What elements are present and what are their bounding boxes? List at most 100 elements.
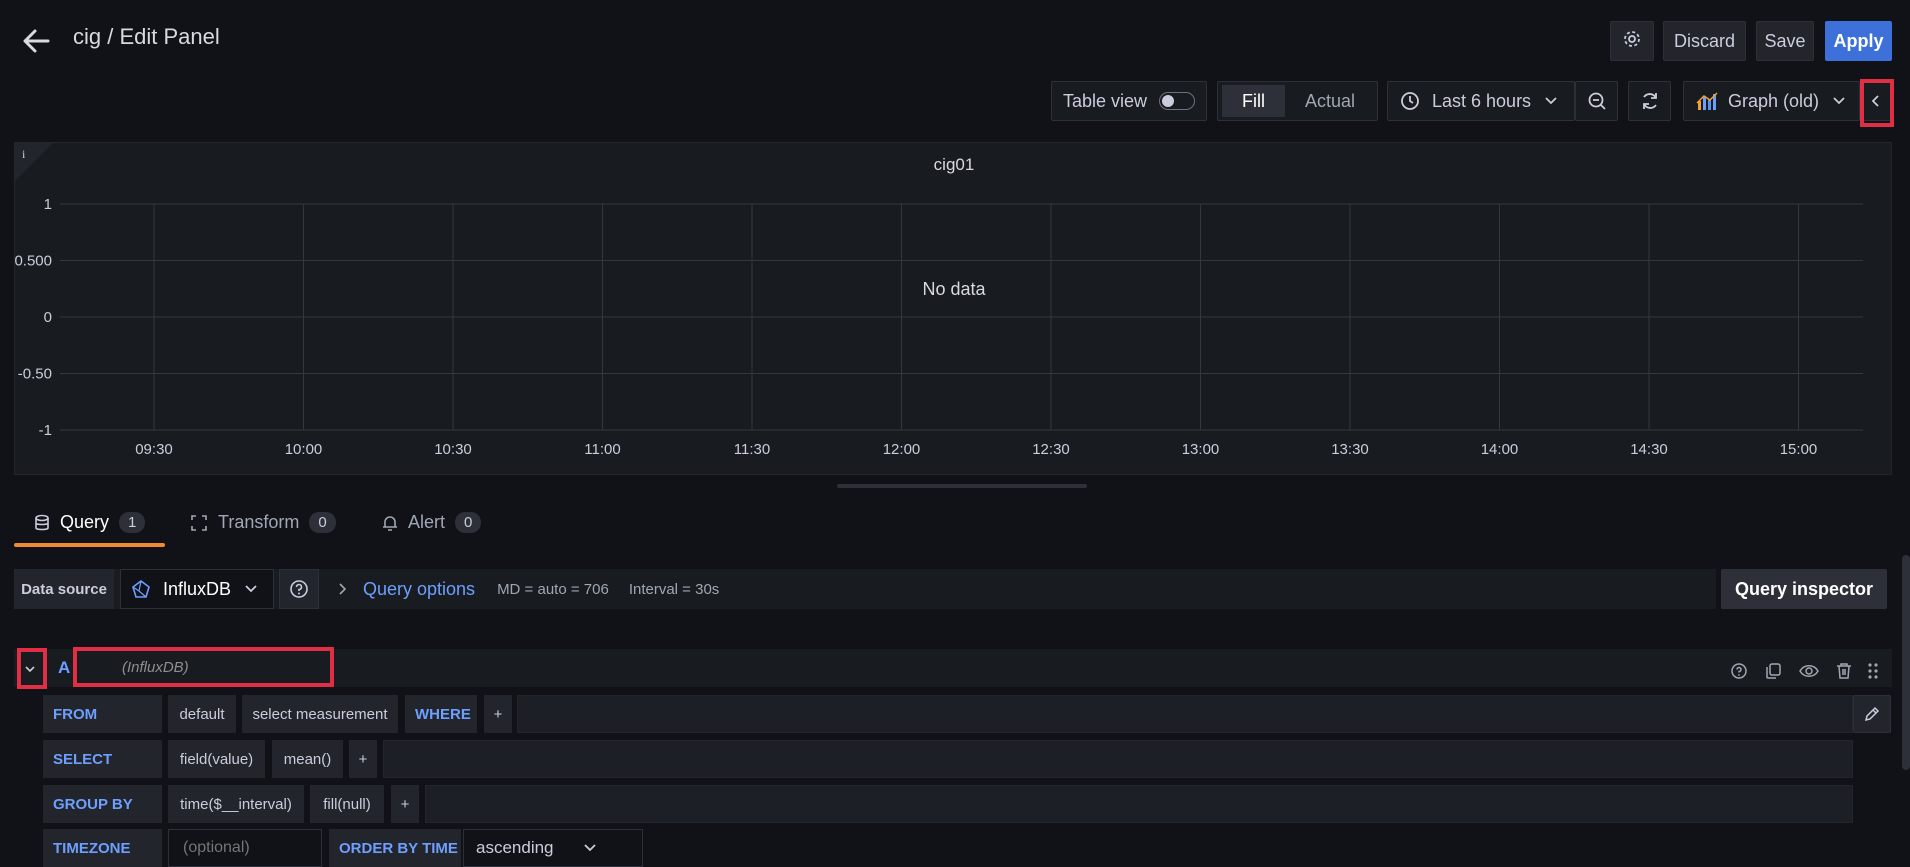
datasource-value: InfluxDB (163, 578, 232, 599)
tab-query-label: Query (60, 512, 110, 532)
time-range-label: Last 6 hours (1432, 90, 1532, 111)
group-time-segment[interactable]: time($__interval) (168, 785, 304, 823)
fill-segment[interactable]: fill(null) (310, 785, 384, 823)
panel-resize-handle[interactable] (837, 484, 1087, 488)
max-data-points-text: MD = auto = 706 (497, 580, 609, 598)
panel-settings-button[interactable] (1610, 21, 1654, 61)
tab-alert[interactable]: Alert 0 (382, 512, 482, 533)
edit-raw-query-button[interactable] (1853, 695, 1891, 733)
table-view-toggle[interactable]: Table view (1051, 81, 1207, 121)
chevron-down-icon (245, 585, 257, 593)
y-tick-label: 1 (44, 196, 52, 213)
bell-icon (382, 514, 398, 532)
group-by-row-filler (425, 785, 1853, 823)
chart: i cig01 10.5000-0.50-1 09:30 10:00 10:30 11… (15, 143, 1863, 458)
interval-text: Interval = 30s (628, 580, 720, 598)
fill-option[interactable]: Fill (1222, 85, 1285, 117)
measurement-segment[interactable]: select measurement (242, 695, 398, 733)
x-tick-label: 10:30 (434, 441, 472, 458)
toggle-visibility-icon[interactable] (1798, 660, 1820, 682)
chevron-down-icon (25, 665, 35, 673)
tab-transform[interactable]: Transform 0 (190, 512, 336, 533)
add-select-button[interactable]: + (349, 740, 377, 778)
chevron-left-icon (1872, 95, 1880, 107)
drag-handle-icon[interactable] (1862, 660, 1884, 682)
query-inspector-button[interactable]: Query inspector (1721, 569, 1887, 609)
timezone-keyword: TIMEZONE (43, 829, 162, 867)
active-tab-underline (14, 543, 165, 547)
group-by-keyword: GROUP BY (43, 785, 162, 823)
collapse-query-button[interactable] (20, 655, 40, 683)
datasource-label: Data source (14, 569, 114, 609)
where-keyword: WHERE (405, 695, 477, 733)
x-tick-label: 13:30 (1331, 441, 1369, 458)
discard-button[interactable]: Discard (1663, 21, 1746, 61)
influxdb-icon (131, 579, 151, 599)
query-options-label: Query options (363, 578, 476, 599)
x-tick-label: 12:00 (883, 441, 921, 458)
query-row-header (14, 649, 1892, 687)
order-select[interactable]: ascending (463, 829, 643, 867)
help-icon (289, 579, 309, 599)
from-row-filler (517, 695, 1853, 733)
x-tick-label: 15:00 (1780, 441, 1818, 458)
chart-title: cig01 (934, 155, 975, 174)
x-tick-label: 14:30 (1630, 441, 1668, 458)
fill-actual-switch: Fill Actual (1217, 81, 1378, 121)
pencil-icon (1863, 705, 1881, 723)
toggle-switch[interactable] (1159, 92, 1196, 110)
chevron-right-icon (339, 583, 347, 595)
save-button[interactable]: Save (1756, 21, 1814, 61)
delete-query-icon[interactable] (1833, 660, 1855, 682)
add-group-by-button[interactable]: + (391, 785, 419, 823)
datasource-help-button[interactable] (279, 569, 319, 609)
y-tick-label: 0 (44, 309, 52, 326)
x-tick-label: 10:00 (285, 441, 323, 458)
y-tick-label: 0.500 (15, 253, 52, 270)
add-where-button[interactable]: + (484, 695, 512, 733)
time-range-picker[interactable]: Last 6 hours (1387, 81, 1575, 121)
no-data-label: No data (922, 279, 986, 299)
visualization-label: Graph (old) (1728, 90, 1820, 111)
tab-alert-label: Alert (408, 512, 446, 532)
query-help-icon[interactable] (1728, 660, 1750, 682)
y-tick-label: -0.50 (18, 366, 52, 383)
apply-button[interactable]: Apply (1825, 21, 1892, 61)
select-row-filler (383, 740, 1853, 778)
database-icon (34, 514, 50, 532)
select-keyword: SELECT (43, 740, 162, 778)
aggregation-segment[interactable]: mean() (272, 740, 343, 778)
chevron-down-icon (1545, 97, 1557, 105)
editor-scrollbar[interactable] (1902, 555, 1910, 770)
x-tick-label: 13:00 (1182, 441, 1220, 458)
tab-query[interactable]: Query 1 (34, 512, 146, 533)
refresh-button[interactable] (1628, 81, 1671, 121)
x-tick-label: 09:30 (135, 441, 173, 458)
query-ref-id[interactable]: A (58, 658, 70, 678)
order-value: ascending (476, 838, 554, 857)
query-datasource-name: (InfluxDB) (122, 659, 189, 676)
field-segment[interactable]: field(value) (168, 740, 265, 778)
transform-icon (190, 514, 208, 532)
from-keyword: FROM (43, 695, 162, 733)
tab-transform-label: Transform (218, 512, 300, 532)
query-options-toggle[interactable]: Query options MD = auto = 706 Interval =… (325, 569, 1715, 609)
timezone-input[interactable] (168, 829, 322, 867)
panel-preview: i cig01 1 0.500 0 -0.50 -1 09:30 10:00 10:30 11… (14, 142, 1892, 475)
tab-query-count: 1 (119, 512, 146, 533)
options-pane-toggle[interactable] (1860, 81, 1892, 121)
datasource-picker[interactable]: InfluxDB (120, 569, 274, 609)
retention-policy-segment[interactable]: default (168, 695, 236, 733)
chevron-down-icon (1833, 97, 1845, 105)
visualization-picker[interactable]: Graph (old) (1683, 81, 1860, 121)
table-view-label: Table view (1063, 90, 1148, 111)
tab-alert-count: 0 (455, 512, 482, 533)
duplicate-query-icon[interactable] (1762, 660, 1784, 682)
clock-icon (1400, 91, 1420, 111)
zoom-out-button[interactable] (1575, 81, 1618, 121)
tab-transform-count: 0 (309, 512, 336, 533)
x-tick-label: 11:30 (734, 441, 770, 458)
actual-option[interactable]: Actual (1305, 91, 1355, 112)
x-tick-label: 11:00 (584, 441, 620, 458)
back-arrow-icon[interactable] (20, 26, 52, 56)
